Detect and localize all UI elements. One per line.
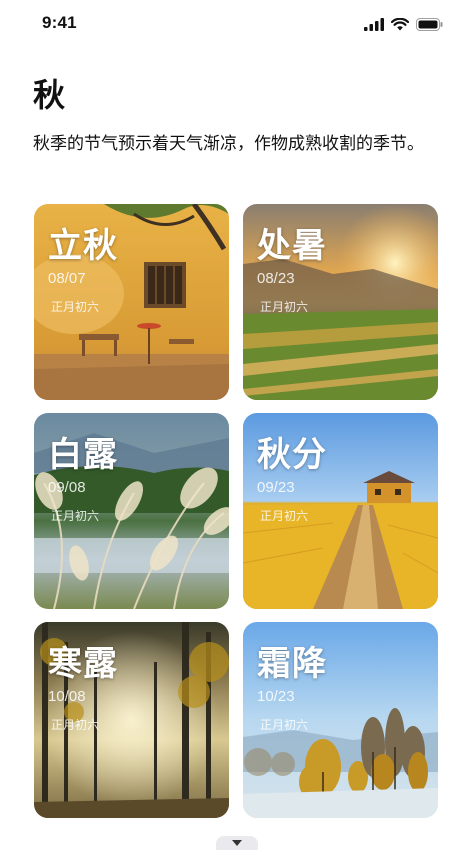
signal-icon [364, 17, 384, 31]
card-lunar-date: 正月初六 [51, 509, 100, 523]
card-date: 09/08 [48, 479, 86, 496]
card-lunar-date: 正月初六 [260, 718, 309, 732]
card-date: 09/23 [257, 479, 295, 496]
solar-term-grid: 立秋 08/07 正月初六 处暑 08/23 正月初六 白露 09/08 正月初… [34, 204, 438, 818]
card-lunar-date: 正月初六 [51, 718, 100, 732]
battery-icon [416, 17, 443, 31]
card-title: 立秋 [48, 226, 118, 266]
card-lunar-date: 正月初六 [260, 300, 309, 314]
solar-term-card-shuangjiang[interactable]: 霜降 10/23 正月初六 [243, 622, 438, 818]
status-bar: 9:41 [0, 0, 475, 50]
card-title: 白露 [48, 435, 118, 475]
status-time: 9:41 [42, 13, 77, 32]
card-title: 寒露 [48, 644, 118, 684]
card-date: 08/23 [257, 270, 295, 287]
card-title: 霜降 [257, 644, 327, 684]
card-date: 10/23 [257, 688, 295, 705]
chevron-down-icon [232, 840, 242, 846]
card-date: 10/08 [48, 688, 86, 705]
solar-term-card-chushu[interactable]: 处暑 08/23 正月初六 [243, 204, 438, 400]
solar-term-card-liqiu[interactable]: 立秋 08/07 正月初六 [34, 204, 229, 400]
card-title: 处暑 [257, 226, 327, 266]
card-date: 08/07 [48, 270, 86, 287]
page-description: 秋季的节气预示着天气渐凉，作物成熟收割的季节。 [33, 134, 424, 154]
card-lunar-date: 正月初六 [260, 509, 309, 523]
card-title: 秋分 [257, 435, 327, 475]
solar-term-card-qiufen[interactable]: 秋分 09/23 正月初六 [243, 413, 438, 609]
status-icons [364, 16, 443, 32]
solar-term-card-bailu[interactable]: 白露 09/08 正月初六 [34, 413, 229, 609]
page-title: 秋 [33, 76, 66, 114]
wifi-icon [391, 17, 409, 30]
card-lunar-date: 正月初六 [51, 300, 100, 314]
bottom-sheet-handle[interactable] [216, 836, 258, 850]
solar-term-card-hanlu[interactable]: 寒露 10/08 正月初六 [34, 622, 229, 818]
